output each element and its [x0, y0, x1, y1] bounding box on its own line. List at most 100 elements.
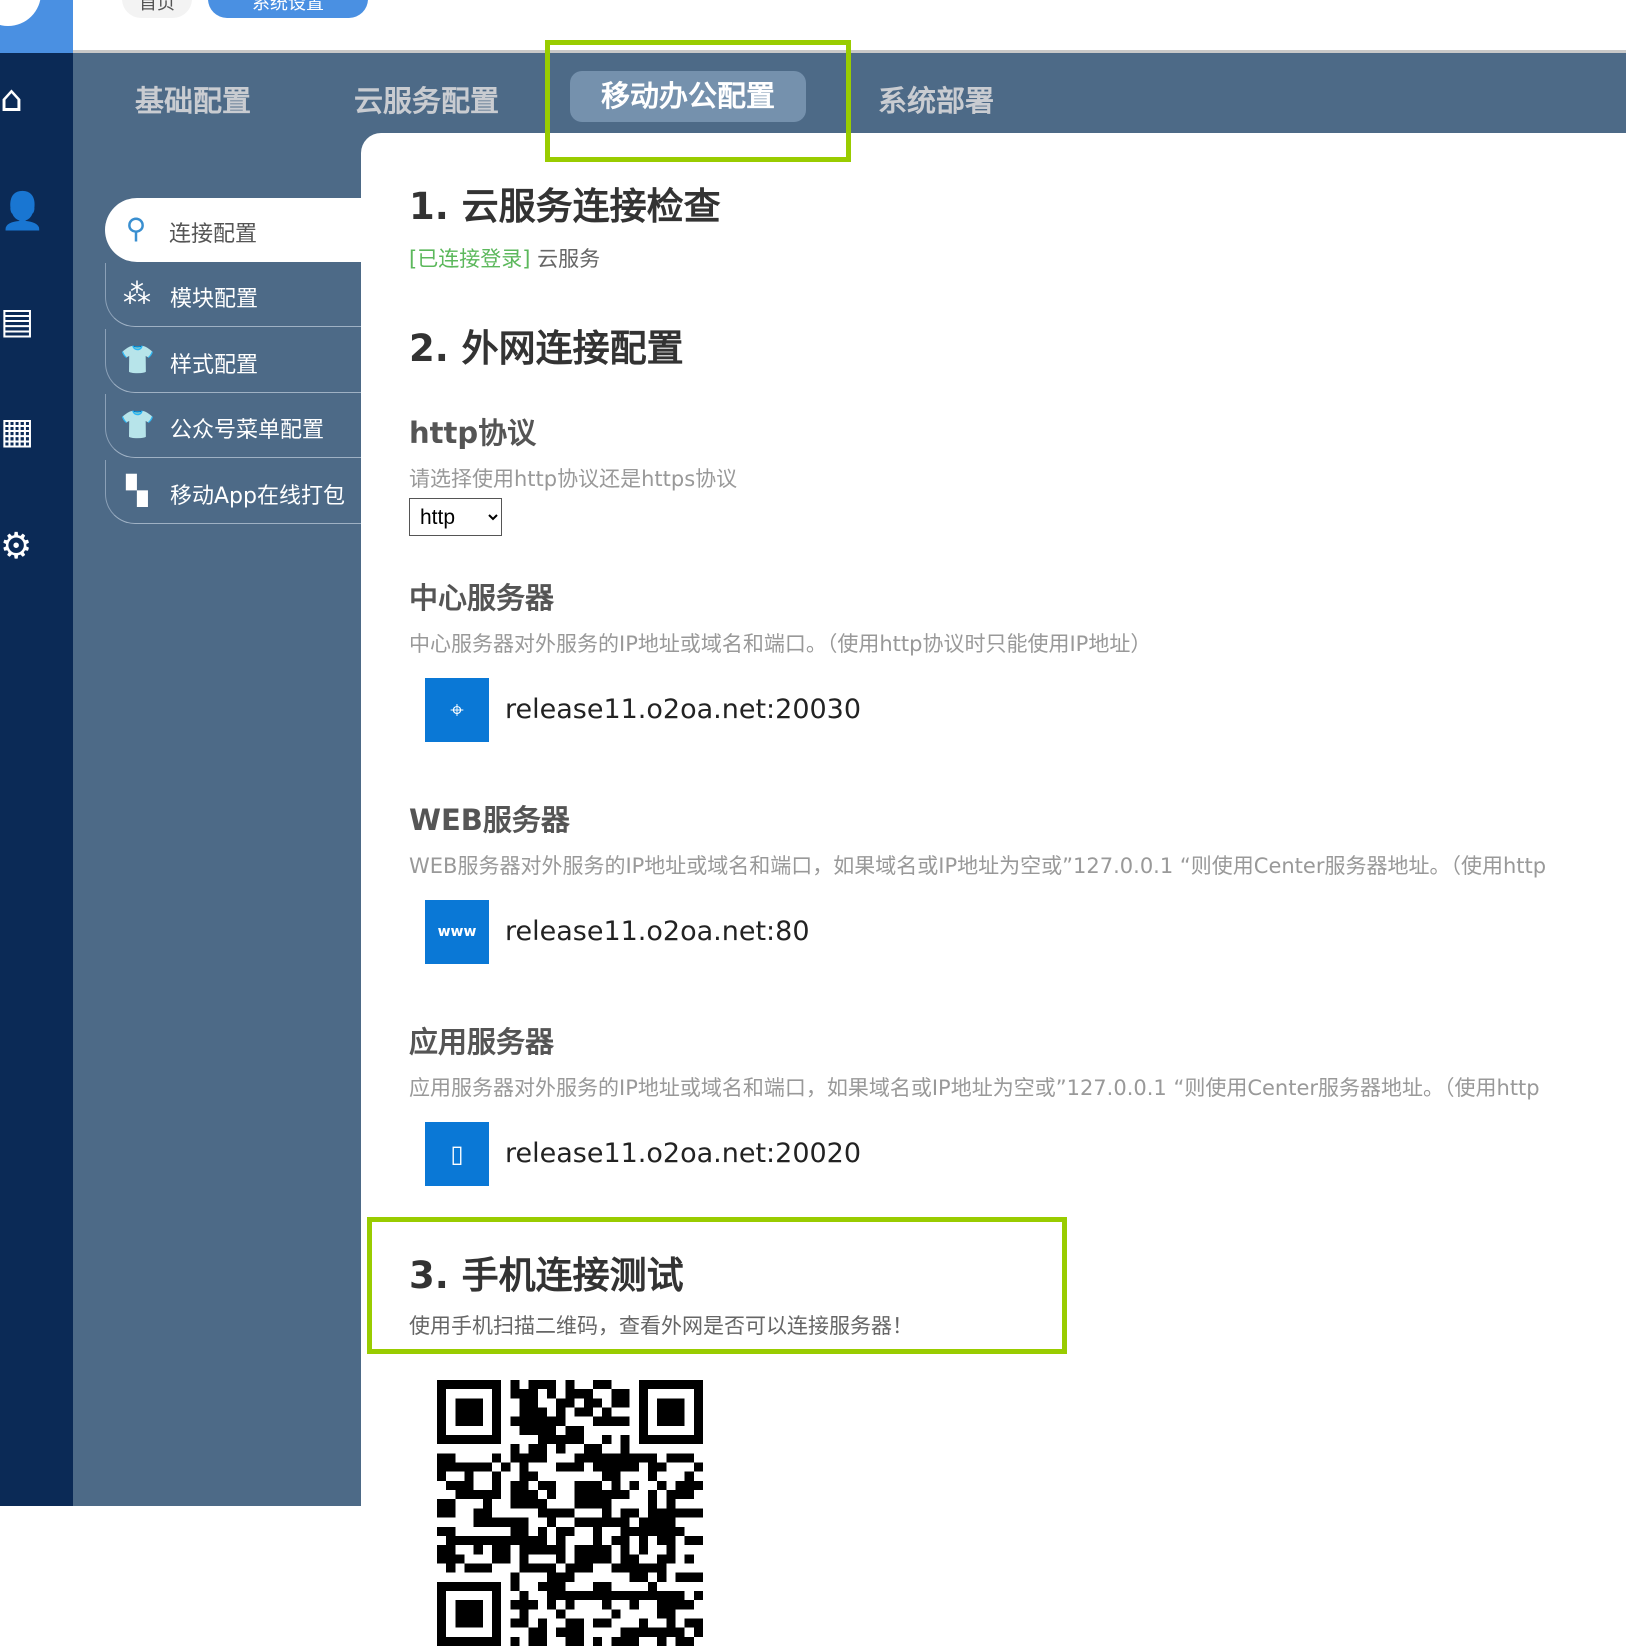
qr-module — [583, 1407, 593, 1417]
qr-module — [684, 1490, 694, 1500]
qr-module — [620, 1545, 630, 1555]
qr-module — [574, 1563, 584, 1573]
qr-module — [446, 1535, 456, 1546]
tab-system-deploy[interactable]: 系统部署 — [878, 78, 994, 120]
qr-module — [592, 1636, 603, 1646]
http-desc: 请选择使用http协议还是https协议 — [409, 467, 738, 491]
qr-module — [473, 1508, 483, 1518]
qr-module — [537, 1545, 548, 1555]
qr-module — [602, 1517, 612, 1527]
qr-module — [611, 1389, 621, 1399]
qr-module — [537, 1425, 548, 1436]
qr-module — [519, 1590, 529, 1601]
qr-module — [666, 1517, 676, 1527]
qr-module — [583, 1563, 593, 1573]
qr-module — [464, 1471, 474, 1481]
qr-module — [556, 1545, 566, 1555]
section3-title: 3. 手机连接测试 — [409, 1254, 684, 1297]
qr-module — [647, 1499, 658, 1509]
qr-module — [657, 1590, 667, 1601]
server-icon: ▯ — [425, 1122, 489, 1186]
tab-mobile-config[interactable]: 移动办公配置 — [570, 71, 806, 122]
qr-module — [684, 1600, 694, 1610]
tab-home[interactable]: 首页 — [122, 0, 192, 18]
qr-module — [611, 1462, 621, 1472]
qr-module — [510, 1416, 520, 1426]
qr-module — [547, 1416, 557, 1426]
qr-module — [565, 1389, 575, 1399]
qr-module — [611, 1535, 621, 1546]
app-server-title: 应用服务器 — [409, 1025, 555, 1059]
qr-module — [629, 1462, 639, 1472]
user-screen-icon[interactable]: 👤 — [0, 190, 45, 234]
logo[interactable] — [0, 0, 73, 53]
tab-system-settings[interactable]: 系统设置 — [208, 0, 368, 18]
home-icon[interactable]: ⌂ — [0, 78, 40, 122]
http-title: http协议 — [409, 416, 537, 450]
qr-module — [492, 1453, 502, 1463]
qr-module — [620, 1526, 630, 1536]
submenu-style[interactable]: 👕 样式配置 — [105, 329, 361, 393]
calendar-icon[interactable]: ▦ — [0, 410, 40, 454]
qr-module — [647, 1471, 658, 1481]
submenu-connection[interactable]: ⚲ 连接配置 — [105, 198, 361, 262]
qr-module — [528, 1535, 538, 1546]
qr-module — [528, 1425, 538, 1436]
qr-module — [574, 1490, 584, 1500]
tab-basic-config[interactable]: 基础配置 — [135, 78, 251, 120]
qr-module — [638, 1517, 648, 1527]
qr-module — [620, 1490, 630, 1500]
qr-module — [657, 1572, 667, 1582]
qr-module — [455, 1480, 465, 1491]
qr-module — [620, 1554, 630, 1564]
qr-module — [547, 1590, 557, 1601]
qr-module — [574, 1517, 584, 1527]
qr-module — [629, 1526, 639, 1536]
protocol-select[interactable]: http — [409, 498, 502, 536]
qr-module — [519, 1462, 529, 1472]
news-icon[interactable]: ▤ — [0, 300, 40, 344]
submenu-wechat-menu[interactable]: 👕 公众号菜单配置 — [105, 394, 361, 458]
qr-module — [437, 1554, 447, 1564]
qr-module — [565, 1627, 575, 1637]
qr-module — [528, 1444, 538, 1454]
qr-module — [574, 1480, 584, 1491]
qr-module — [510, 1618, 520, 1628]
qr-module — [455, 1490, 465, 1500]
qr-module — [629, 1572, 639, 1582]
left-nav: ⌂ 👤 ▤ ▦ ⚙ — [0, 0, 73, 1506]
submenu-modules[interactable]: ⁂ 模块配置 — [105, 263, 361, 327]
qr-module — [684, 1453, 694, 1463]
qr-module — [620, 1398, 630, 1408]
qr-module — [510, 1380, 520, 1390]
tab-cloud-config[interactable]: 云服务配置 — [354, 78, 499, 120]
qr-module — [556, 1526, 566, 1536]
qr-module — [519, 1398, 529, 1408]
user-settings-icon[interactable]: ⚙ — [0, 525, 40, 569]
qr-module — [675, 1627, 685, 1637]
qr-module — [528, 1453, 538, 1463]
qr-module — [565, 1462, 575, 1472]
qr-module — [528, 1398, 538, 1408]
qr-module — [602, 1618, 612, 1628]
qr-module — [510, 1480, 520, 1491]
qr-module — [556, 1627, 566, 1637]
qr-module — [620, 1636, 630, 1646]
qr-module — [565, 1398, 575, 1408]
qr-module — [647, 1526, 658, 1536]
qr-module — [574, 1499, 584, 1509]
submenu-app-packaging[interactable]: ▚ 移动App在线打包 — [105, 460, 361, 524]
qr-module — [510, 1581, 520, 1591]
qr-module — [556, 1609, 566, 1619]
qr-module — [620, 1444, 630, 1454]
qr-module — [547, 1517, 557, 1527]
qr-module — [693, 1535, 703, 1546]
qr-module — [510, 1600, 520, 1610]
qr-module — [547, 1389, 557, 1399]
qr-module — [666, 1535, 676, 1546]
shirt-icon: 👕 — [120, 343, 155, 376]
qr-module — [537, 1453, 548, 1463]
qr-module — [602, 1600, 612, 1610]
top-bar: 首页 系统设置 — [73, 0, 1626, 53]
qr-module — [510, 1453, 520, 1463]
